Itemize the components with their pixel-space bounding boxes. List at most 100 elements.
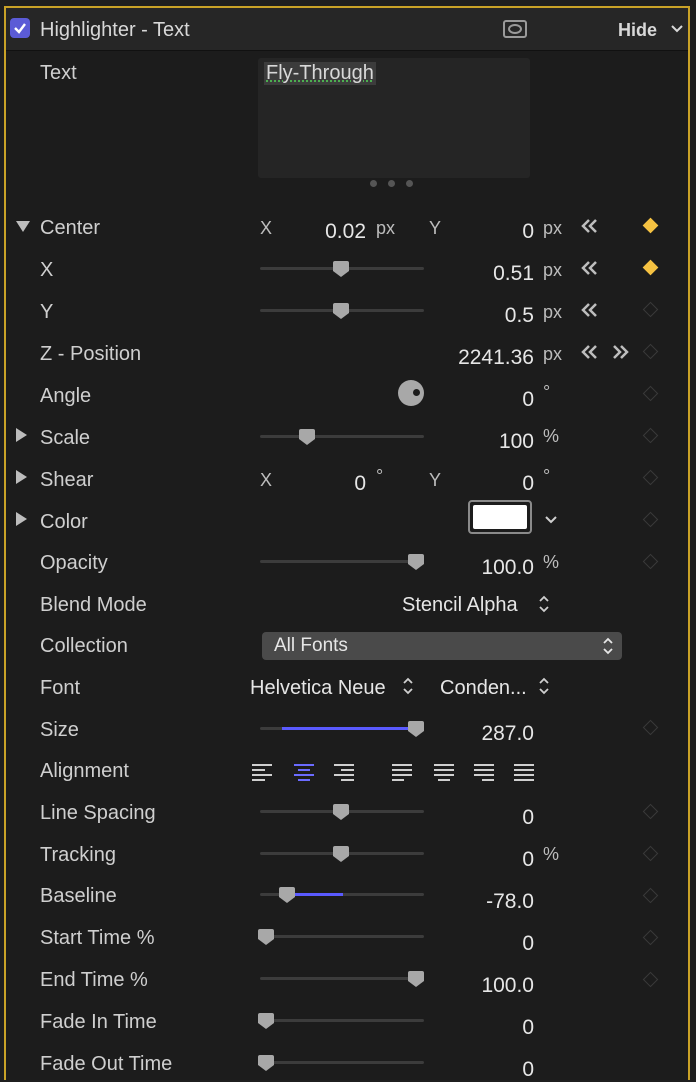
y-label: Y xyxy=(40,301,54,323)
angle-keyframe-icon[interactable] xyxy=(642,385,659,402)
font-label: Font xyxy=(40,677,81,699)
highlight-toggle-icon[interactable] xyxy=(503,20,527,38)
baseline-keyframe-icon[interactable] xyxy=(642,887,659,904)
shear-y-value[interactable]: 0 xyxy=(464,472,534,496)
reset-arrow-icon[interactable] xyxy=(580,260,600,276)
text-input-value: Fly-Through xyxy=(264,62,376,85)
chevron-down-icon[interactable] xyxy=(670,24,684,34)
size-keyframe-icon[interactable] xyxy=(642,719,659,736)
shear-keyframe-icon[interactable] xyxy=(642,469,659,486)
y-keyframe-icon[interactable] xyxy=(642,301,659,318)
align-center-icon[interactable] xyxy=(294,764,314,782)
color-disclosure-icon[interactable] xyxy=(16,512,27,526)
fade-out-value[interactable]: 0 xyxy=(446,1058,534,1082)
fade-out-slider[interactable] xyxy=(258,1055,424,1071)
justify-left-icon[interactable] xyxy=(392,764,412,782)
opacity-value[interactable]: 100.0 xyxy=(446,556,534,580)
color-label: Color xyxy=(40,511,88,533)
start-time-value[interactable]: 0 xyxy=(446,932,534,956)
zpos-keyframe-icon[interactable] xyxy=(642,343,659,360)
center-x-value[interactable]: 0.02 xyxy=(296,220,366,244)
line-spacing-label: Line Spacing xyxy=(40,802,156,824)
y-unit: px xyxy=(543,302,563,322)
opacity-keyframe-icon[interactable] xyxy=(642,553,659,570)
y-slider[interactable] xyxy=(260,303,424,319)
angle-value[interactable]: 0 xyxy=(446,388,534,412)
x-keyframe-icon[interactable] xyxy=(642,259,659,276)
enable-checkbox[interactable] xyxy=(10,18,30,38)
collection-popup[interactable]: All Fonts xyxy=(262,632,622,660)
line-spacing-slider[interactable] xyxy=(260,804,424,820)
text-label: Text xyxy=(40,62,77,84)
scale-keyframe-icon[interactable] xyxy=(642,427,659,444)
center-keyframe-icon[interactable] xyxy=(642,217,659,234)
chevron-down-icon[interactable] xyxy=(544,515,558,525)
center-x-label: X xyxy=(260,218,273,238)
font-style-popup[interactable]: Conden... xyxy=(440,677,527,700)
text-input[interactable]: Fly-Through xyxy=(258,58,530,178)
blend-mode-popup[interactable]: Stencil Alpha xyxy=(402,594,518,617)
shear-x-unit: ° xyxy=(376,466,384,486)
start-time-keyframe-icon[interactable] xyxy=(642,929,659,946)
collection-label: Collection xyxy=(40,635,128,657)
opacity-label: Opacity xyxy=(40,552,108,574)
font-family-popup[interactable]: Helvetica Neue xyxy=(250,677,386,700)
align-left-icon[interactable] xyxy=(252,764,272,782)
line-spacing-keyframe-icon[interactable] xyxy=(642,803,659,820)
shear-label: Shear xyxy=(40,469,94,491)
zpos-value[interactable]: 2241.36 xyxy=(436,346,534,370)
opacity-unit: % xyxy=(543,552,560,572)
baseline-value[interactable]: -78.0 xyxy=(446,890,534,914)
tracking-value[interactable]: 0 xyxy=(446,848,534,872)
baseline-label: Baseline xyxy=(40,885,117,907)
size-slider-fill xyxy=(282,727,414,730)
x-slider[interactable] xyxy=(260,261,424,277)
center-x-unit: px xyxy=(376,218,396,238)
shear-x-value[interactable]: 0 xyxy=(306,472,366,496)
shear-disclosure-icon[interactable] xyxy=(16,470,27,484)
justify-right-icon[interactable] xyxy=(474,764,494,782)
reset-arrow-icon[interactable] xyxy=(580,302,600,318)
fade-in-slider[interactable] xyxy=(258,1013,424,1029)
inspector-panel: Highlighter - Text Hide Text Fly-Through… xyxy=(4,6,690,1082)
size-slider[interactable] xyxy=(260,721,424,737)
reset-arrow-icon[interactable] xyxy=(580,344,600,360)
align-right-icon[interactable] xyxy=(334,764,354,782)
start-time-slider[interactable] xyxy=(258,929,424,945)
fade-in-value[interactable]: 0 xyxy=(446,1016,534,1040)
header-title: Highlighter - Text xyxy=(40,19,190,41)
shear-x-label: X xyxy=(260,470,273,490)
hide-button[interactable]: Hide xyxy=(618,20,657,41)
justify-full-icon[interactable] xyxy=(514,764,534,782)
line-spacing-value[interactable]: 0 xyxy=(446,806,534,830)
scale-slider[interactable] xyxy=(260,429,424,445)
x-unit: px xyxy=(543,260,563,280)
color-swatch[interactable] xyxy=(468,500,532,534)
collection-value: All Fonts xyxy=(274,635,348,656)
shear-y-label: Y xyxy=(429,470,442,490)
center-y-label: Y xyxy=(429,218,442,238)
end-time-label: End Time % xyxy=(40,969,148,991)
center-disclosure-icon[interactable] xyxy=(16,221,30,232)
updown-chevron-icon[interactable] xyxy=(402,676,414,696)
tracking-slider[interactable] xyxy=(260,846,424,862)
end-time-slider[interactable] xyxy=(260,971,424,987)
baseline-slider[interactable] xyxy=(260,887,424,903)
scale-value[interactable]: 100 xyxy=(446,430,534,454)
center-y-value[interactable]: 0 xyxy=(464,220,534,244)
end-time-value[interactable]: 100.0 xyxy=(446,974,534,998)
justify-center-icon[interactable] xyxy=(434,764,454,782)
scale-disclosure-icon[interactable] xyxy=(16,428,27,442)
updown-chevron-icon[interactable] xyxy=(538,594,550,614)
opacity-slider[interactable] xyxy=(260,554,424,570)
angle-dial[interactable] xyxy=(398,380,424,406)
size-value[interactable]: 287.0 xyxy=(446,722,534,746)
x-value[interactable]: 0.51 xyxy=(446,262,534,286)
y-value[interactable]: 0.5 xyxy=(446,304,534,328)
end-time-keyframe-icon[interactable] xyxy=(642,971,659,988)
color-keyframe-icon[interactable] xyxy=(642,511,659,528)
updown-chevron-icon[interactable] xyxy=(538,676,550,696)
tracking-keyframe-icon[interactable] xyxy=(642,845,659,862)
reset-arrow-icon[interactable] xyxy=(580,218,600,234)
forward-arrow-icon[interactable] xyxy=(610,344,630,360)
